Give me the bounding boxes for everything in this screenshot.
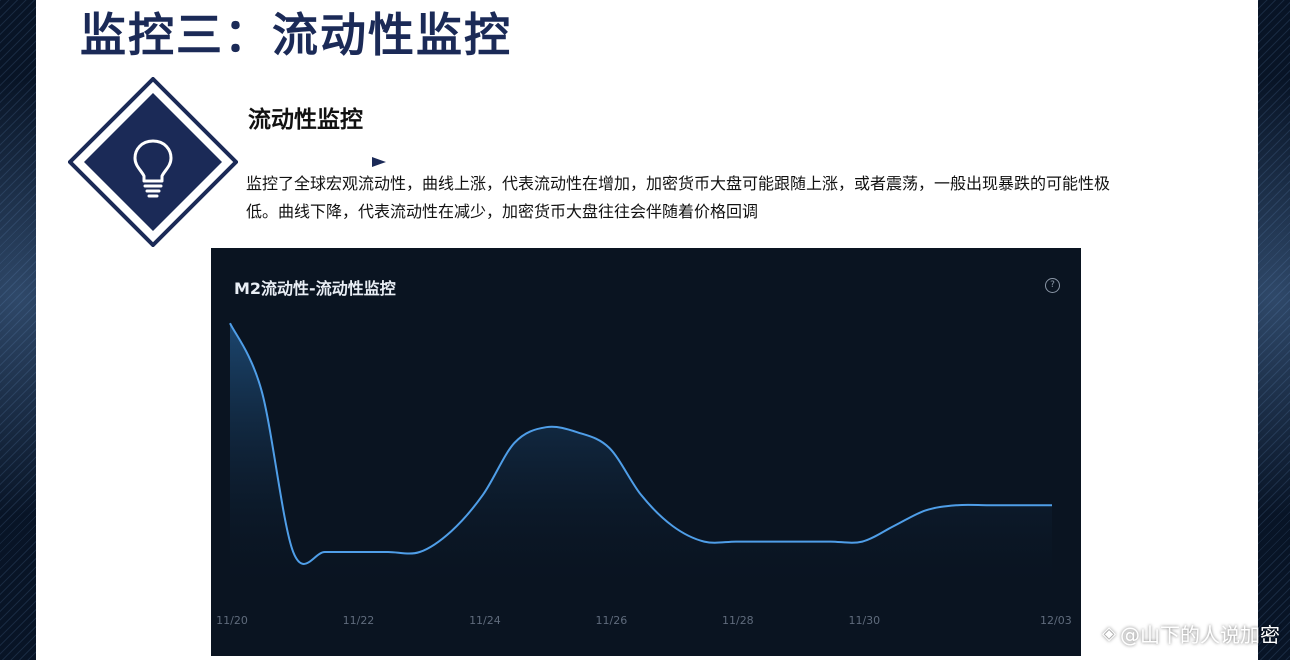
lightbulb-badge <box>68 77 238 247</box>
x-tick-label: 11/20 <box>216 614 248 627</box>
weibo-diamond-icon: ◈ <box>1102 623 1116 644</box>
section-subtitle: 流动性监控 <box>248 107 363 133</box>
x-tick-label: 11/22 <box>343 614 375 627</box>
liquidity-area-chart: 11/20 11/22 11/24 11/26 11/28 11/30 12/03 <box>216 322 1072 627</box>
background-right-edge <box>1258 0 1290 660</box>
watermark-text: @山下的人说加密 <box>1120 623 1280 647</box>
slide-title: 监控三：流动性监控 <box>80 8 512 62</box>
screen: 监控三：流动性监控 流动性监控 监控了全球宏观流动性，曲线上涨，代表流动性在增加… <box>0 0 1290 660</box>
series-area-fill <box>230 323 1052 584</box>
watermark: ◈ @山下的人说加密 <box>1102 619 1280 648</box>
x-tick-label: 11/24 <box>469 614 501 627</box>
arrow-head-icon <box>372 157 386 167</box>
presentation-slide: 监控三：流动性监控 流动性监控 监控了全球宏观流动性，曲线上涨，代表流动性在增加… <box>36 0 1258 660</box>
section-description: 监控了全球宏观流动性，曲线上涨，代表流动性在增加，加密货币大盘可能跟随上涨，或者… <box>246 174 1111 221</box>
background-left-edge <box>0 0 36 660</box>
x-tick-label: 11/28 <box>722 614 754 627</box>
x-tick-label: 11/26 <box>596 614 628 627</box>
chart-panel: M2流动性-流动性监控 ? 11/20 11/22 11/24 11/26 11/28 1… <box>211 248 1081 656</box>
x-tick-label: 12/03 <box>1040 614 1072 627</box>
x-tick-label: 11/30 <box>848 614 880 627</box>
lightbulb-icon <box>68 77 238 247</box>
